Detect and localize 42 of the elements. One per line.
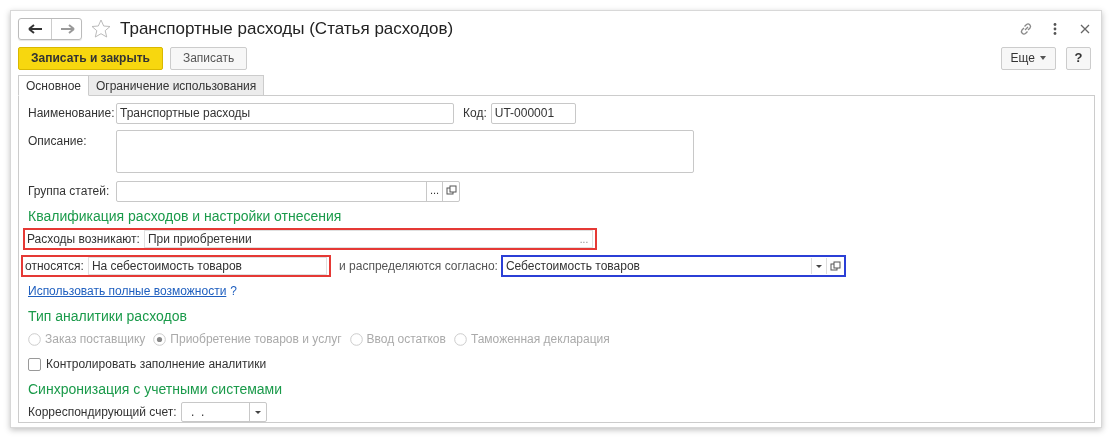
more-options-icon[interactable]	[1052, 22, 1058, 36]
field-value: При приобретении	[146, 231, 253, 248]
help-button[interactable]: ?	[1066, 46, 1091, 70]
link-icon[interactable]	[1018, 21, 1034, 37]
select-button[interactable]: ...	[426, 181, 442, 201]
full-features-link[interactable]: Использовать полные возможности	[28, 282, 227, 300]
field-label: Наименование:	[28, 105, 116, 122]
star-icon[interactable]	[90, 18, 112, 40]
help-link[interactable]: ?	[230, 282, 237, 300]
field-label: Код:	[463, 105, 487, 122]
caret-icon	[1040, 56, 1046, 60]
close-icon[interactable]	[1080, 24, 1090, 34]
field-value: Себестоимость товаров	[504, 258, 641, 275]
account-field[interactable]: . .	[180, 402, 267, 422]
checkbox-icon	[28, 357, 41, 371]
tab[interactable]: Основное	[18, 75, 89, 96]
distribute-field[interactable]: Себестоимость товаров	[500, 255, 846, 277]
code-field[interactable]: UT-000001	[490, 102, 576, 124]
field-label: Описание:	[28, 133, 88, 150]
select-button[interactable]: ...	[576, 231, 592, 247]
analytics-checkbox[interactable]: Контролировать заполнение аналитики	[28, 355, 267, 373]
more-dropdown-button[interactable]: Еще	[1000, 46, 1056, 70]
name-field[interactable]: Транспортные расходы	[116, 102, 454, 124]
field-label: Расходы возникают:	[27, 231, 140, 248]
save-and-close-button[interactable]: Записать и закрыть	[18, 46, 163, 70]
save-button[interactable]: Записать	[169, 46, 248, 70]
field-label: Группа статей:	[28, 183, 111, 200]
group-field[interactable]: ...	[116, 180, 460, 202]
field-value: . .	[189, 404, 206, 421]
open-icon[interactable]	[825, 258, 843, 274]
field-label: относятся:	[25, 258, 84, 275]
window-title: Транспортные расходы (Статья расходов)	[120, 18, 455, 41]
field-label: и распределяются согласно:	[339, 258, 498, 275]
field-label: Корреспондирующий счет:	[28, 404, 177, 421]
refer-field[interactable]: На себестоимость товаров	[87, 257, 327, 275]
section-heading: Квалификация расходов и настройки отнесения	[28, 207, 343, 226]
section-heading: Синхронизация с учетными системами	[28, 380, 284, 399]
section-heading: Тип аналитики расходов	[28, 307, 188, 326]
description-field[interactable]	[116, 130, 694, 173]
open-icon[interactable]	[442, 181, 459, 201]
arise-field[interactable]: При приобретении ...	[143, 230, 593, 248]
tab[interactable]: Ограничение использования	[88, 75, 265, 96]
